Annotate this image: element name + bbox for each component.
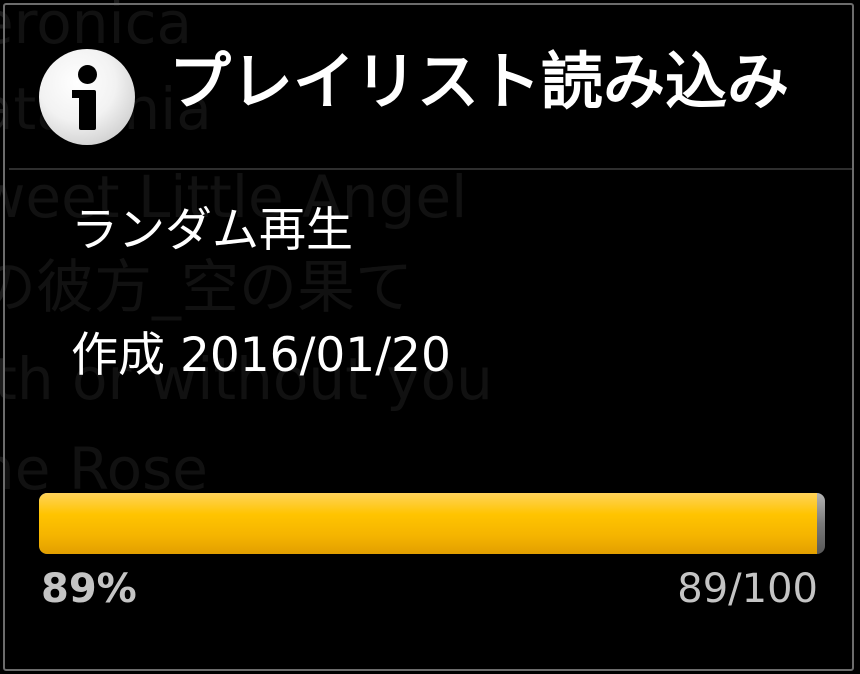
playlist-loading-dialog: プレイリスト読み込み ランダム再生 作成 2016/01/20 89% 89/1… [3,3,854,671]
created-date-line: 作成 2016/01/20 [71,328,451,384]
playlist-name: ランダム再生 [71,203,353,258]
progress-bar-fill [39,493,818,554]
progress-percent: 89% [41,566,137,612]
created-date: 2016/01/20 [179,328,451,383]
created-label: 作成 [71,328,165,383]
dialog-title-bar: プレイリスト読み込み [5,5,852,168]
progress-bar [39,493,825,554]
info-icon [39,49,135,145]
progress-count: 89/100 [677,566,818,612]
title-divider [9,168,852,170]
dialog-title: プレイリスト読み込み [169,45,790,118]
